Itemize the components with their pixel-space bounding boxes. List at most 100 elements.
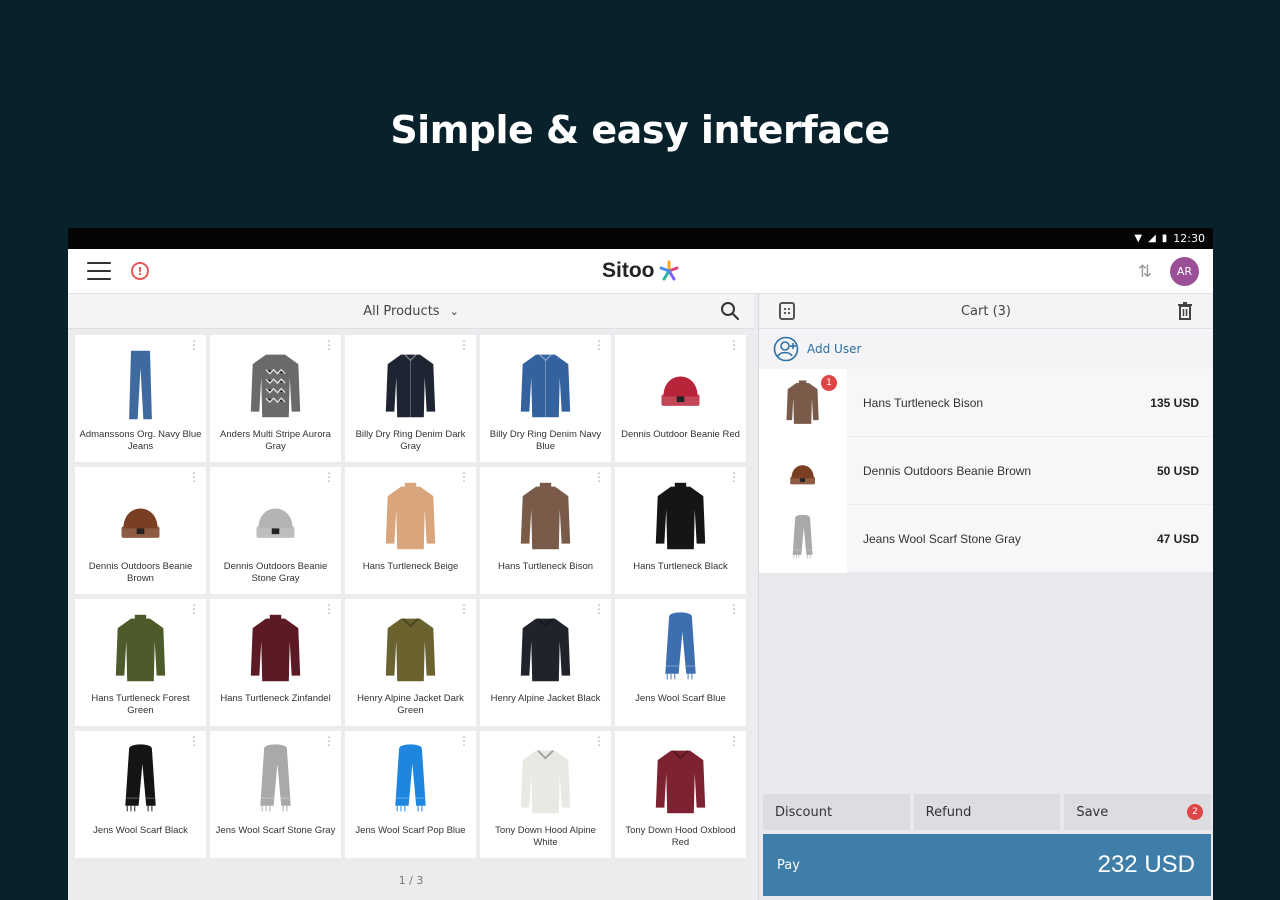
cart-title: Cart (3) bbox=[960, 303, 1012, 319]
product-name: Admanssons Org. Navy Blue Jeans bbox=[79, 429, 202, 452]
refund-button[interactable]: Refund bbox=[913, 794, 1061, 830]
product-card[interactable]: ⋮ Hans Turtleneck Beige bbox=[345, 467, 476, 594]
add-user-button[interactable]: Add User bbox=[759, 329, 1213, 369]
product-image bbox=[75, 345, 206, 425]
cart-header: Cart (3) bbox=[759, 294, 1213, 329]
product-filter-bar: All Products ⌄ bbox=[68, 294, 754, 329]
product-image bbox=[345, 741, 476, 821]
category-dropdown[interactable]: All Products ⌄ bbox=[363, 304, 459, 319]
cart-item-name: Dennis Outdoors Beanie Brown bbox=[863, 463, 1032, 478]
product-card[interactable]: ⋮ Anders Multi Stripe Aurora Gray bbox=[210, 335, 341, 462]
tablet-screen: ▼ ◢ ▮ 12:30 ! Sitoo ⇅ AR All Products ⌄ … bbox=[68, 228, 1213, 900]
product-card[interactable]: ⋮ Jens Wool Scarf Black bbox=[75, 731, 206, 858]
product-card[interactable]: ⋮ Billy Dry Ring Denim Navy Blue bbox=[480, 335, 611, 462]
product-card[interactable]: ⋮ Henry Alpine Jacket Dark Green bbox=[345, 599, 476, 726]
product-name: Billy Dry Ring Denim Dark Gray bbox=[355, 429, 466, 452]
category-dropdown-label: All Products bbox=[363, 303, 440, 319]
product-image bbox=[615, 609, 746, 689]
product-name: Jens Wool Scarf Stone Gray bbox=[215, 825, 336, 836]
product-name: Hans Turtleneck Bison bbox=[497, 561, 594, 572]
status-time: 12:30 bbox=[1173, 232, 1205, 245]
product-name: Tony Down Hood Alpine White bbox=[495, 825, 596, 848]
product-card[interactable]: ⋮ Hans Turtleneck Forest Green bbox=[75, 599, 206, 726]
cart-item-price: 50 USD bbox=[1156, 463, 1199, 478]
product-card[interactable]: ⋮ Tony Down Hood Oxblood Red bbox=[615, 731, 746, 858]
product-card[interactable]: ⋮ Billy Dry Ring Denim Dark Gray bbox=[345, 335, 476, 462]
product-image bbox=[210, 609, 341, 689]
chevron-down-icon: ⌄ bbox=[449, 304, 459, 318]
product-card[interactable]: ⋮ Dennis Outdoors Beanie Stone Gray bbox=[210, 467, 341, 594]
product-name: Jens Wool Scarf Blue bbox=[635, 693, 726, 704]
product-name: Hans Turtleneck Black bbox=[633, 561, 728, 572]
product-card[interactable]: ⋮ Admanssons Org. Navy Blue Jeans bbox=[75, 335, 206, 462]
refund-label: Refund bbox=[925, 804, 972, 820]
cart-item-qty-badge: 1 bbox=[821, 374, 837, 391]
product-name: Tony Down Hood Oxblood Red bbox=[625, 825, 736, 848]
product-image bbox=[75, 609, 206, 689]
pay-label: Pay bbox=[777, 857, 800, 873]
product-name: Henry Alpine Jacket Black bbox=[490, 693, 601, 704]
cart-item[interactable]: 1 Hans Turtleneck Bison 135 USD bbox=[759, 368, 1213, 437]
product-name: Dennis Outdoors Beanie Brown bbox=[88, 561, 193, 584]
product-image bbox=[345, 609, 476, 689]
product-card[interactable]: ⋮ Henry Alpine Jacket Black bbox=[480, 599, 611, 726]
product-card[interactable]: ⋮ Hans Turtleneck Zinfandel bbox=[210, 599, 341, 726]
product-card[interactable]: ⋮ Jens Wool Scarf Stone Gray bbox=[210, 731, 341, 858]
product-image bbox=[75, 477, 206, 557]
product-card[interactable]: ⋮ Hans Turtleneck Bison bbox=[480, 467, 611, 594]
product-name: Jens Wool Scarf Black bbox=[93, 825, 188, 836]
product-image bbox=[210, 477, 341, 557]
product-name: Hans Turtleneck Forest Green bbox=[91, 693, 190, 716]
cart-item[interactable]: Jeans Wool Scarf Stone Gray 47 USD bbox=[759, 504, 1213, 573]
cart-item-price: 47 USD bbox=[1156, 531, 1199, 546]
sync-icon[interactable]: ⇅ bbox=[1138, 262, 1152, 282]
product-name: Jens Wool Scarf Pop Blue bbox=[355, 825, 466, 836]
product-card[interactable]: ⋮ Jens Wool Scarf Blue bbox=[615, 599, 746, 726]
headline: Simple & easy interface bbox=[390, 108, 890, 152]
save-count-badge: 2 bbox=[1187, 804, 1204, 820]
product-name: Billy Dry Ring Denim Navy Blue bbox=[489, 429, 602, 452]
add-user-icon bbox=[773, 336, 799, 362]
save-label: Save bbox=[1076, 804, 1109, 820]
product-image bbox=[480, 345, 611, 425]
product-pane: All Products ⌄ ⋮ Admanssons Org. Navy Blu… bbox=[68, 294, 754, 900]
status-bar: ▼ ◢ ▮ 12:30 bbox=[68, 228, 1213, 249]
cart-list: 1 Hans Turtleneck Bison 135 USD Dennis Outd… bbox=[759, 368, 1213, 573]
product-card[interactable]: ⋮ Tony Down Hood Alpine White bbox=[480, 731, 611, 858]
add-user-label: Add User bbox=[807, 342, 862, 356]
product-image bbox=[615, 345, 746, 425]
product-image bbox=[345, 477, 476, 557]
product-card[interactable]: ⋮ Dennis Outdoors Beanie Brown bbox=[75, 467, 206, 594]
product-card[interactable]: ⋮ Hans Turtleneck Black bbox=[615, 467, 746, 594]
cart-item-price: 135 USD bbox=[1150, 395, 1199, 410]
cart-item[interactable]: Dennis Outdoors Beanie Brown 50 USD bbox=[759, 436, 1213, 505]
wifi-icon: ▼ bbox=[1134, 232, 1143, 244]
cart-actions: Discount Refund Save 2 bbox=[763, 794, 1212, 830]
pay-total: 232 USD bbox=[1097, 851, 1195, 878]
product-card[interactable]: ⋮ Dennis Outdoor Beanie Red bbox=[615, 335, 746, 462]
pay-button[interactable]: Pay 232 USD bbox=[763, 834, 1211, 896]
product-image bbox=[480, 477, 611, 557]
save-button[interactable]: Save 2 bbox=[1064, 794, 1212, 830]
logo-text: Sitoo bbox=[602, 259, 655, 282]
product-card[interactable]: ⋮ Jens Wool Scarf Pop Blue bbox=[345, 731, 476, 858]
signal-icon: ◢ bbox=[1148, 232, 1156, 244]
product-name: Hans Turtleneck Zinfandel bbox=[220, 693, 331, 704]
product-grid: ⋮ Admanssons Org. Navy Blue Jeans ⋮ Anders … bbox=[75, 335, 746, 858]
product-name: Hans Turtleneck Beige bbox=[362, 561, 459, 572]
search-icon[interactable] bbox=[720, 301, 740, 321]
calculator-icon[interactable] bbox=[779, 302, 795, 320]
alert-icon[interactable]: ! bbox=[131, 262, 149, 280]
avatar[interactable]: AR bbox=[1170, 257, 1199, 286]
cart-item-image bbox=[759, 436, 847, 505]
cart-item-name: Hans Turtleneck Bison bbox=[863, 395, 984, 410]
cart-pane: Cart (3) Add User 1 Hans Turtleneck Bison… bbox=[758, 294, 1213, 900]
trash-icon[interactable] bbox=[1177, 301, 1193, 321]
product-name: Dennis Outdoors Beanie Stone Gray bbox=[223, 561, 328, 584]
product-image bbox=[480, 609, 611, 689]
cart-item-name: Jeans Wool Scarf Stone Gray bbox=[863, 531, 1021, 546]
menu-icon[interactable] bbox=[87, 262, 111, 280]
logo-star-icon bbox=[659, 260, 678, 281]
product-image bbox=[480, 741, 611, 821]
discount-button[interactable]: Discount bbox=[763, 794, 910, 830]
